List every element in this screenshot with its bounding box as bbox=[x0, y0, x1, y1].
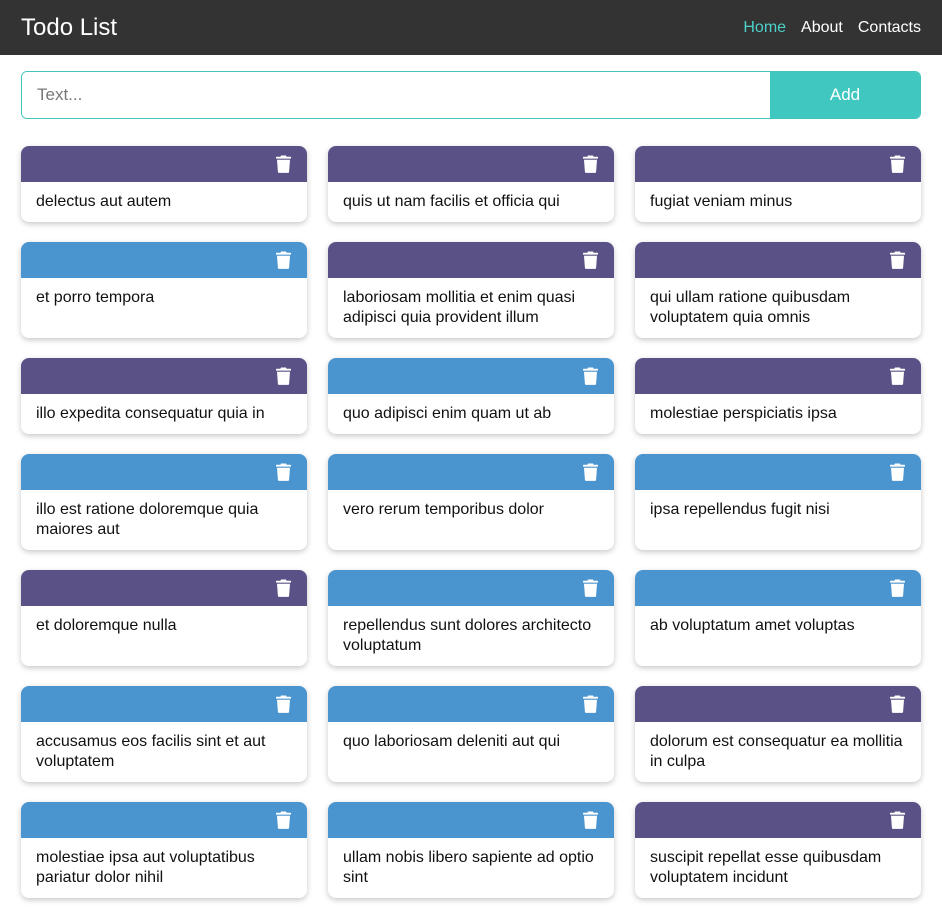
todo-text: dolorum est consequatur ea mollitia in c… bbox=[650, 733, 903, 770]
todo-card-header bbox=[21, 454, 307, 490]
todo-card: et doloremque nulla bbox=[21, 570, 307, 666]
todo-text: quo laboriosam deleniti aut qui bbox=[343, 733, 561, 750]
nav-links: Home About Contacts bbox=[743, 19, 921, 37]
trash-icon[interactable] bbox=[583, 463, 598, 481]
nav-link-contacts[interactable]: Contacts bbox=[858, 19, 921, 37]
todo-text: ipsa repellendus fugit nisi bbox=[650, 501, 830, 518]
todo-card: repellendus sunt dolores architecto volu… bbox=[328, 570, 614, 666]
todo-card-header bbox=[328, 570, 614, 606]
todo-text: delectus aut autem bbox=[36, 193, 172, 210]
todo-card: ullam nobis libero sapiente ad optio sin… bbox=[328, 802, 614, 898]
todo-text: et doloremque nulla bbox=[36, 617, 177, 634]
navbar: Todo List Home About Contacts bbox=[0, 0, 942, 55]
todo-card: fugiat veniam minus bbox=[635, 146, 921, 222]
todo-card: quo laboriosam deleniti aut qui bbox=[328, 686, 614, 782]
todo-text: repellendus sunt dolores architecto volu… bbox=[343, 617, 592, 654]
trash-icon[interactable] bbox=[583, 811, 598, 829]
trash-icon[interactable] bbox=[276, 695, 291, 713]
trash-icon[interactable] bbox=[583, 367, 598, 385]
trash-icon[interactable] bbox=[276, 155, 291, 173]
todo-card-header bbox=[21, 802, 307, 838]
todo-card-header bbox=[328, 358, 614, 394]
todo-card: delectus aut autem bbox=[21, 146, 307, 222]
todo-text: molestiae perspiciatis ipsa bbox=[650, 405, 837, 422]
todo-text: suscipit repellat esse quibusdam volupta… bbox=[650, 849, 882, 886]
trash-icon[interactable] bbox=[583, 695, 598, 713]
trash-icon[interactable] bbox=[890, 695, 905, 713]
todo-card: ipsa repellendus fugit nisi bbox=[635, 454, 921, 550]
todo-text: vero rerum temporibus dolor bbox=[343, 501, 544, 518]
todo-card-header bbox=[635, 358, 921, 394]
trash-icon[interactable] bbox=[276, 367, 291, 385]
todo-card-header bbox=[328, 686, 614, 722]
todo-text: ab voluptatum amet voluptas bbox=[650, 617, 855, 634]
todo-text: qui ullam ratione quibusdam voluptatem q… bbox=[650, 289, 851, 326]
todo-card: vero rerum temporibus dolor bbox=[328, 454, 614, 550]
trash-icon[interactable] bbox=[890, 811, 905, 829]
todo-card: illo est ratione doloremque quia maiores… bbox=[21, 454, 307, 550]
todo-card-header bbox=[635, 570, 921, 606]
todo-card: ab voluptatum amet voluptas bbox=[635, 570, 921, 666]
todo-card: laboriosam mollitia et enim quasi adipis… bbox=[328, 242, 614, 338]
todo-card: et porro tempora bbox=[21, 242, 307, 338]
todo-card-header bbox=[21, 146, 307, 182]
todo-card: accusamus eos facilis sint et aut volupt… bbox=[21, 686, 307, 782]
trash-icon[interactable] bbox=[890, 251, 905, 269]
todo-card-header bbox=[328, 242, 614, 278]
todo-card-header bbox=[328, 454, 614, 490]
todo-card-header bbox=[635, 802, 921, 838]
trash-icon[interactable] bbox=[890, 579, 905, 597]
todo-card-header bbox=[635, 242, 921, 278]
todo-text: fugiat veniam minus bbox=[650, 193, 793, 210]
todo-card: quo adipisci enim quam ut ab bbox=[328, 358, 614, 434]
todo-card: dolorum est consequatur ea mollitia in c… bbox=[635, 686, 921, 782]
todo-text: quo adipisci enim quam ut ab bbox=[343, 405, 552, 422]
todo-card: quis ut nam facilis et officia qui bbox=[328, 146, 614, 222]
todo-card-header bbox=[328, 802, 614, 838]
trash-icon[interactable] bbox=[276, 251, 291, 269]
nav-link-about[interactable]: About bbox=[801, 19, 843, 37]
todo-card-header bbox=[328, 146, 614, 182]
todo-text: illo expedita consequatur quia in bbox=[36, 405, 265, 422]
todo-text: et porro tempora bbox=[36, 289, 155, 306]
todo-card-header bbox=[21, 242, 307, 278]
todo-card: molestiae ipsa aut voluptatibus pariatur… bbox=[21, 802, 307, 898]
todo-text: quis ut nam facilis et officia qui bbox=[343, 193, 560, 210]
nav-link-home[interactable]: Home bbox=[743, 19, 786, 37]
todo-card: qui ullam ratione quibusdam voluptatem q… bbox=[635, 242, 921, 338]
todo-card-header bbox=[635, 146, 921, 182]
trash-icon[interactable] bbox=[583, 251, 598, 269]
todo-card-header bbox=[21, 686, 307, 722]
todo-card: molestiae perspiciatis ipsa bbox=[635, 358, 921, 434]
todo-card-header bbox=[635, 686, 921, 722]
add-todo-form: Add bbox=[21, 71, 921, 119]
trash-icon[interactable] bbox=[890, 463, 905, 481]
trash-icon[interactable] bbox=[276, 811, 291, 829]
todo-grid: delectus aut autem quis ut nam facilis et… bbox=[21, 146, 921, 898]
trash-icon[interactable] bbox=[276, 463, 291, 481]
trash-icon[interactable] bbox=[890, 367, 905, 385]
todo-card-header bbox=[635, 454, 921, 490]
trash-icon[interactable] bbox=[276, 579, 291, 597]
add-button[interactable]: Add bbox=[770, 72, 920, 118]
trash-icon[interactable] bbox=[583, 155, 598, 173]
app-title: Todo List bbox=[21, 13, 118, 41]
todo-card-header bbox=[21, 570, 307, 606]
trash-icon[interactable] bbox=[890, 155, 905, 173]
todo-card-header bbox=[21, 358, 307, 394]
todo-text-input[interactable] bbox=[22, 72, 770, 118]
todo-text: molestiae ipsa aut voluptatibus pariatur… bbox=[36, 849, 255, 886]
todo-text: illo est ratione doloremque quia maiores… bbox=[36, 501, 259, 538]
todo-text: laboriosam mollitia et enim quasi adipis… bbox=[343, 289, 576, 326]
todo-text: ullam nobis libero sapiente ad optio sin… bbox=[343, 849, 594, 886]
todo-text: accusamus eos facilis sint et aut volupt… bbox=[36, 733, 266, 770]
trash-icon[interactable] bbox=[583, 579, 598, 597]
todo-card: suscipit repellat esse quibusdam volupta… bbox=[635, 802, 921, 898]
todo-card: illo expedita consequatur quia in bbox=[21, 358, 307, 434]
